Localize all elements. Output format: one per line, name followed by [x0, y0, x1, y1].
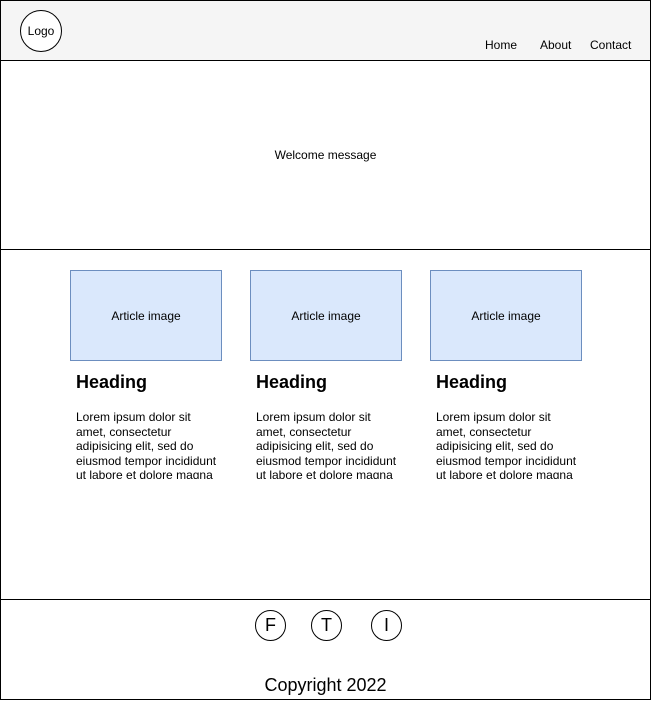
twitter-icon[interactable]: T: [311, 610, 342, 641]
article-heading: Heading: [436, 372, 508, 392]
articles-section: Article image Heading Lorem ipsum dolor …: [0, 250, 651, 600]
hero-section: Welcome message: [0, 60, 651, 250]
instagram-icon[interactable]: I: [371, 610, 402, 641]
copyright-text: Copyright 2022: [264, 675, 387, 695]
article-heading: Heading: [76, 372, 148, 392]
instagram-icon-label: I: [383, 615, 389, 635]
nav-link-about[interactable]: About: [540, 38, 571, 52]
article-image-label: Article image: [111, 308, 181, 323]
facebook-icon[interactable]: F: [255, 610, 286, 641]
nav-link-contact[interactable]: Contact: [590, 38, 631, 52]
twitter-icon-label: T: [321, 615, 332, 635]
article-body: Lorem ipsum dolor sit amet, consectetur …: [256, 410, 397, 479]
article-heading: Heading: [256, 372, 328, 392]
facebook-icon-label: F: [265, 615, 276, 635]
article-body: Lorem ipsum dolor sit amet, consectetur …: [76, 410, 217, 479]
footer: F T I Copyright 2022: [0, 600, 651, 700]
article-body: Lorem ipsum dolor sit amet, consectetur …: [436, 410, 577, 479]
logo-label: Logo: [27, 24, 55, 38]
welcome-message: Welcome message: [274, 147, 377, 162]
header: Logo Home About Contact: [0, 0, 651, 61]
logo[interactable]: Logo: [20, 10, 62, 52]
article-image[interactable]: Article image: [250, 270, 402, 361]
article-image[interactable]: Article image: [70, 270, 222, 361]
article-image-label: Article image: [471, 308, 541, 323]
article-image-label: Article image: [291, 308, 361, 323]
article-image[interactable]: Article image: [430, 270, 582, 361]
wireframe-page: Logo Home About Contact Welcome message …: [0, 0, 651, 701]
nav-link-home[interactable]: Home: [485, 38, 517, 52]
